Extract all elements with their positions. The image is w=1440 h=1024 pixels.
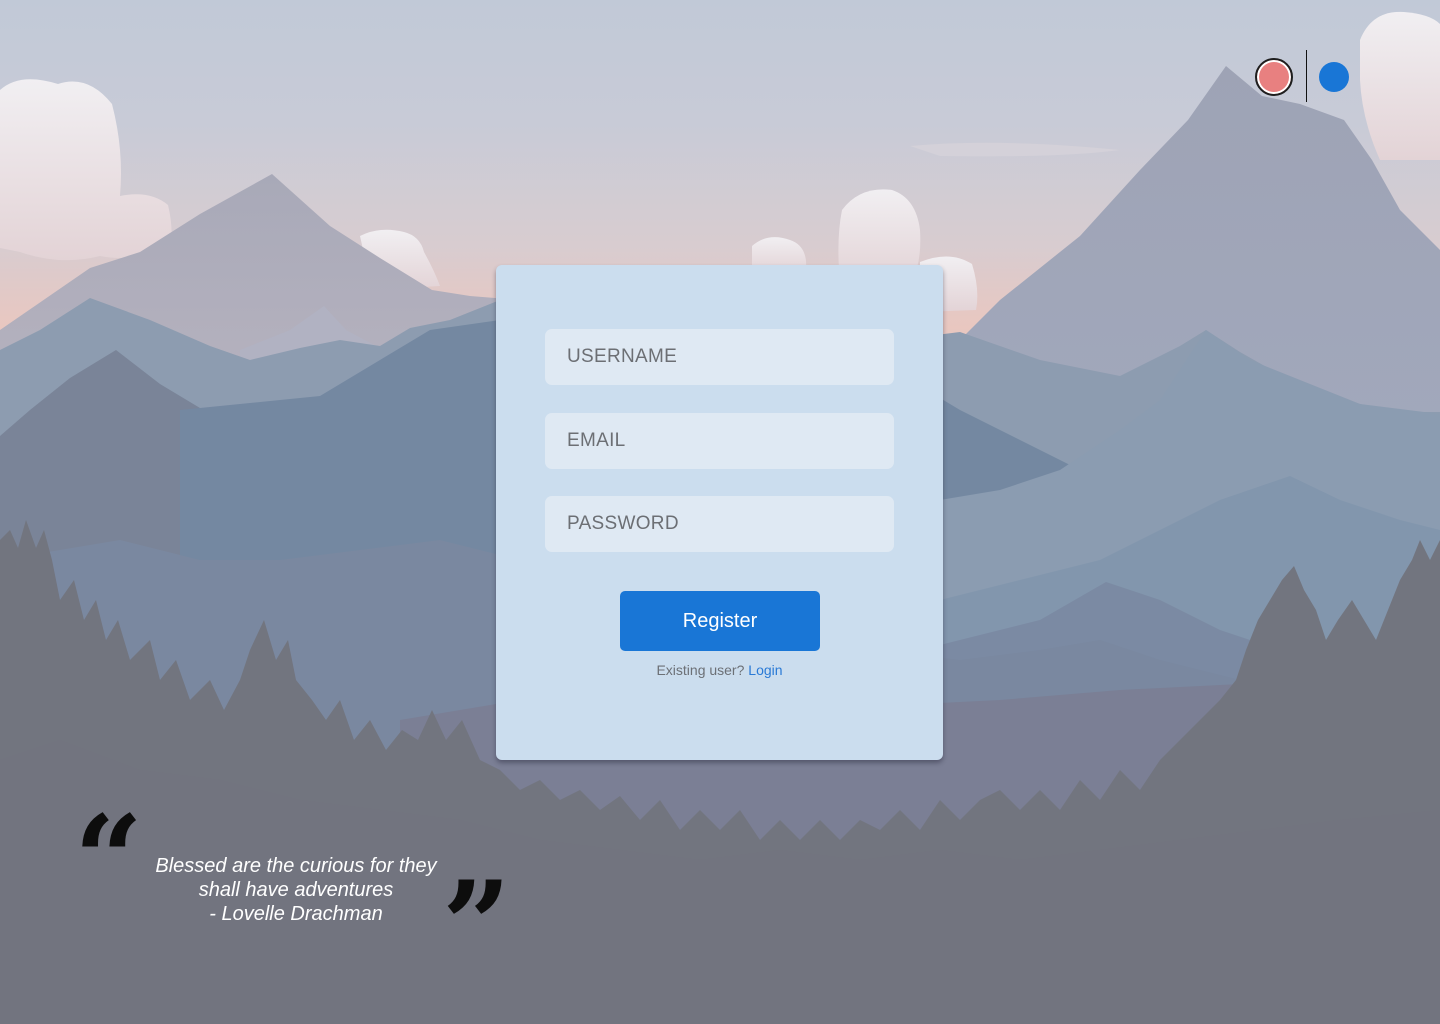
blue-color-swatch[interactable] (1319, 62, 1349, 92)
swatch-divider (1306, 50, 1307, 102)
existing-user-text: Existing user? (656, 662, 745, 678)
open-quote-icon: “ (74, 789, 144, 930)
password-input[interactable] (545, 496, 894, 552)
quote-line: shall have adventures (198, 879, 394, 901)
quote-text: Blessed are the curious for they shall h… (144, 854, 448, 926)
login-link[interactable]: Login (748, 662, 782, 678)
username-input[interactable] (545, 329, 894, 385)
close-quote-icon: ” (442, 855, 512, 996)
register-button[interactable]: Register (620, 591, 820, 651)
theme-color-picker (1252, 50, 1352, 104)
quote-line: Blessed are the curious for they (155, 855, 437, 877)
coral-color-swatch[interactable] (1255, 58, 1293, 96)
quote-author: - Lovelle Drachman (209, 903, 383, 925)
existing-user-prompt: Existing user? Login (496, 662, 943, 678)
email-input[interactable] (545, 413, 894, 469)
register-card: Register Existing user? Login (496, 265, 943, 760)
